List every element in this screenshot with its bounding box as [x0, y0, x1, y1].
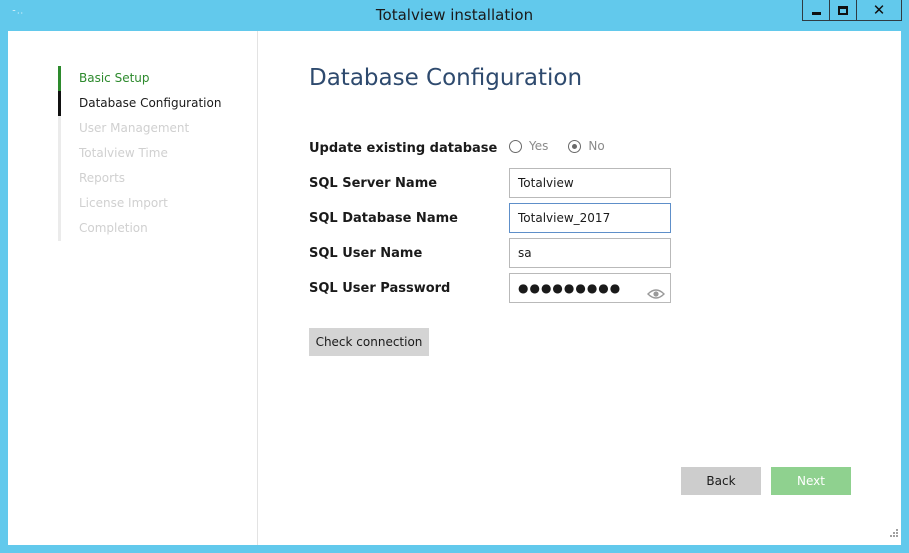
titlebar: ˜·· Totalview installation ✕	[0, 0, 909, 31]
radio-no[interactable]: No	[568, 139, 605, 153]
installer-window-content: Basic Setup Database Configuration User …	[8, 31, 901, 545]
step-list: Basic Setup Database Configuration User …	[58, 66, 221, 241]
radio-yes[interactable]: Yes	[509, 139, 548, 153]
window-title: Totalview installation	[375, 6, 534, 24]
sql-user-name-label: SQL User Name	[309, 246, 423, 261]
maximize-icon	[838, 5, 848, 15]
sql-database-name-input[interactable]: Totalview_2017	[509, 203, 671, 233]
sql-database-name-label: SQL Database Name	[309, 211, 458, 226]
update-db-radio-group: Yes No	[509, 139, 605, 153]
step-user-management: User Management	[58, 116, 221, 141]
sql-user-password-input[interactable]: ●●●●●●●●●	[509, 273, 671, 303]
resize-grip-icon[interactable]	[888, 524, 898, 542]
minimize-button[interactable]	[802, 0, 830, 21]
sql-server-name-label: SQL Server Name	[309, 176, 438, 191]
maximize-button[interactable]	[829, 0, 857, 21]
sql-user-name-input[interactable]: sa	[509, 238, 671, 268]
close-icon: ✕	[872, 1, 886, 19]
back-button[interactable]: Back	[681, 467, 761, 495]
page-title: Database Configuration	[309, 65, 583, 91]
steps-sidebar: Basic Setup Database Configuration User …	[8, 31, 258, 545]
radio-yes-circle[interactable]	[509, 139, 522, 153]
sql-server-name-input[interactable]: Totalview	[509, 168, 671, 198]
step-completion: Completion	[58, 216, 221, 241]
step-license-import: License Import	[58, 191, 221, 216]
step-database-configuration[interactable]: Database Configuration	[58, 91, 221, 116]
step-reports: Reports	[58, 166, 221, 191]
radio-no-circle[interactable]	[568, 139, 582, 153]
radio-no-label: No	[588, 139, 605, 153]
sql-user-password-label: SQL User Password	[309, 281, 451, 296]
eye-icon[interactable]	[647, 282, 665, 310]
close-button[interactable]: ✕	[856, 0, 902, 21]
step-totalview-time: Totalview Time	[58, 141, 221, 166]
next-button[interactable]: Next	[771, 467, 851, 495]
check-connection-button[interactable]: Check connection	[309, 328, 429, 356]
minimize-icon	[811, 11, 821, 15]
step-basic-setup[interactable]: Basic Setup	[58, 66, 221, 91]
main-panel: Database Configuration Update existing d…	[259, 31, 901, 545]
update-db-label: Update existing database	[309, 141, 498, 156]
radio-yes-label: Yes	[529, 139, 549, 153]
password-mask: ●●●●●●●●●	[518, 281, 622, 295]
